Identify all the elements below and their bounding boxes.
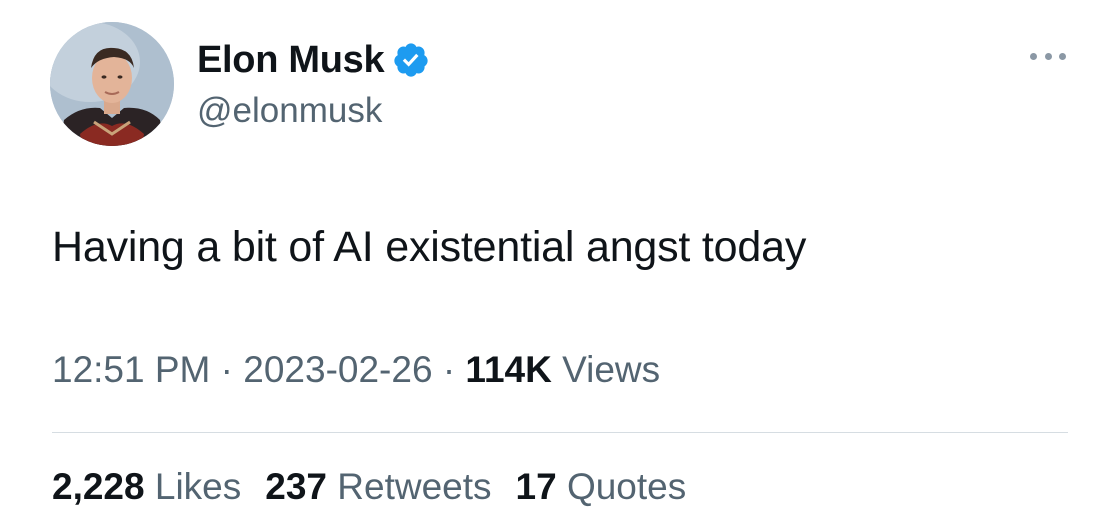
likes-link[interactable]: 2,228 Likes (52, 463, 241, 511)
meta-separator: · (220, 349, 233, 390)
divider (52, 432, 1068, 433)
author-name-row: Elon Musk (197, 38, 430, 82)
tweet-time[interactable]: 12:51 PM (52, 349, 210, 390)
more-dot (1030, 52, 1037, 60)
avatar[interactable] (50, 22, 174, 146)
engagement-stats: 2,228 Likes 237 Retweets 17 Quotes (52, 463, 686, 511)
tweet-meta: 12:51 PM · 2023-02-26 · 114K Views (52, 346, 660, 394)
verified-badge-icon (392, 41, 430, 79)
quotes-label: Quotes (566, 466, 687, 507)
tweet-card: Elon Musk @elonmusk Having a bit of AI e… (0, 0, 1120, 532)
likes-label: Likes (154, 466, 242, 507)
more-dot (1044, 52, 1052, 60)
retweets-count: 237 (265, 466, 327, 507)
quotes-link[interactable]: 17 Quotes (516, 463, 687, 511)
more-options-icon[interactable] (1030, 46, 1066, 66)
retweets-label: Retweets (337, 466, 492, 507)
views-label: Views (562, 349, 661, 390)
author-handle[interactable]: @elonmusk (197, 90, 382, 132)
more-dot (1059, 52, 1066, 60)
quotes-count: 17 (515, 466, 557, 507)
views-count: 114K (465, 349, 552, 390)
retweets-link[interactable]: 237 Retweets (265, 463, 491, 511)
tweet-text: Having a bit of AI existential angst tod… (52, 223, 807, 271)
author-display-name[interactable]: Elon Musk (197, 38, 385, 82)
tweet-date[interactable]: 2023-02-26 (243, 349, 432, 390)
meta-separator: · (442, 349, 456, 390)
profile-photo (50, 22, 174, 146)
likes-count: 2,228 (52, 466, 145, 507)
